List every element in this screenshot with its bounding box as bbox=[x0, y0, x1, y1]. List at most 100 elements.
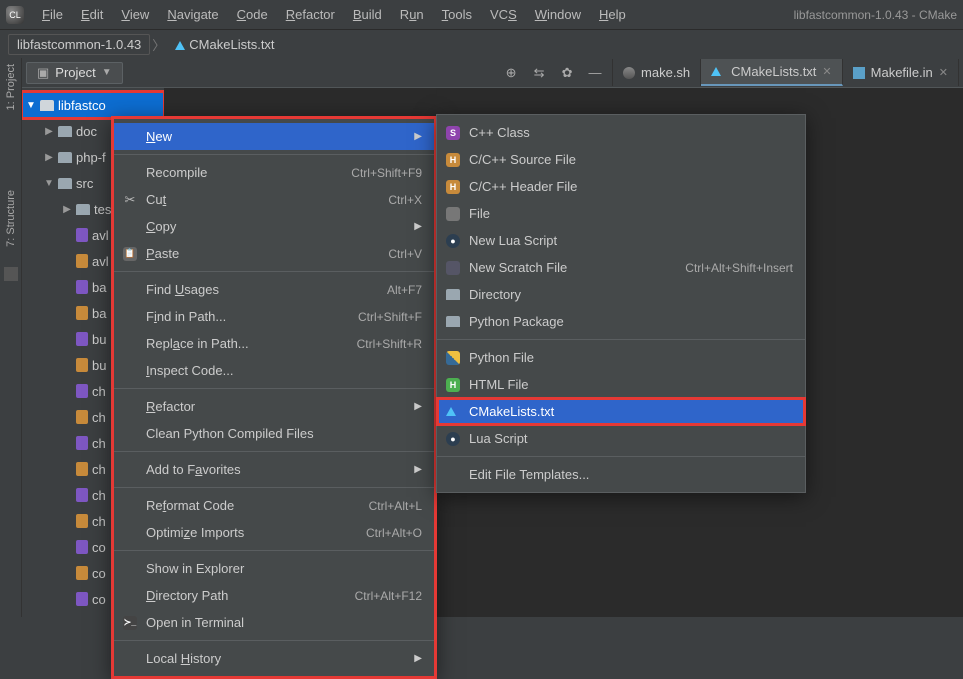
menu-item-find-in-path-[interactable]: Find in Path... Ctrl+Shift+F bbox=[114, 303, 434, 330]
expand-icon[interactable]: ⇆ bbox=[530, 65, 548, 81]
chevron-down-icon: ▼ bbox=[102, 67, 112, 78]
menu-item-show-in-explorer[interactable]: Show in Explorer bbox=[114, 555, 434, 582]
menu-item-replace-in-path-[interactable]: Replace in Path... Ctrl+Shift+R bbox=[114, 330, 434, 357]
menu-icon: H bbox=[445, 180, 461, 194]
tree-label: co bbox=[92, 592, 106, 607]
menu-label: Clean Python Compiled Files bbox=[146, 426, 422, 441]
tab-label: make.sh bbox=[641, 65, 690, 80]
close-icon[interactable]: ✕ bbox=[939, 66, 948, 79]
submenu-item-cmakelists-txt[interactable]: CMakeLists.txt bbox=[437, 398, 805, 425]
menu-vcs[interactable]: VCS bbox=[482, 3, 525, 26]
menu-view[interactable]: View bbox=[113, 3, 157, 26]
submenu-item-new-scratch-file[interactable]: New Scratch File Ctrl+Alt+Shift+Insert bbox=[437, 254, 805, 281]
submenu-item-c-class[interactable]: S C++ Class bbox=[437, 119, 805, 146]
tab-cmakelists[interactable]: CMakeLists.txt ✕ bbox=[701, 59, 842, 86]
separator bbox=[437, 456, 805, 457]
menu-label: Inspect Code... bbox=[146, 363, 422, 378]
menu-item-add-to-favorites[interactable]: Add to Favorites ▶ bbox=[114, 456, 434, 483]
submenu-item-html-file[interactable]: H HTML File bbox=[437, 371, 805, 398]
gear-icon[interactable]: ✿ bbox=[558, 65, 576, 81]
menu-label: Edit File Templates... bbox=[469, 467, 793, 482]
shortcut-label: Ctrl+V bbox=[388, 247, 422, 261]
submenu-item-python-package[interactable]: Python Package bbox=[437, 308, 805, 335]
menu-item-inspect-code-[interactable]: Inspect Code... bbox=[114, 357, 434, 384]
menu-code[interactable]: Code bbox=[229, 3, 276, 26]
menu-edit[interactable]: Edit bbox=[73, 3, 111, 26]
tree-label: avl bbox=[92, 228, 109, 243]
left-rail: 1: Project 7: Structure bbox=[0, 58, 22, 617]
menu-window[interactable]: Window bbox=[527, 3, 589, 26]
menu-item-cut[interactable]: ✂ Cut Ctrl+X bbox=[114, 186, 434, 213]
menu-file[interactable]: File bbox=[34, 3, 71, 26]
menu-help[interactable]: Help bbox=[591, 3, 634, 26]
breadcrumb-seg-project[interactable]: libfastcommon-1.0.43 bbox=[8, 34, 150, 55]
menu-item-directory-path[interactable]: Directory Path Ctrl+Alt+F12 bbox=[114, 582, 434, 609]
shortcut-label: Ctrl+Alt+O bbox=[366, 526, 422, 540]
locate-icon[interactable]: ⊕ bbox=[502, 65, 520, 81]
shortcut-label: Ctrl+Alt+L bbox=[369, 499, 422, 513]
menu-navigate[interactable]: Navigate bbox=[159, 3, 226, 26]
tree-label: src bbox=[76, 176, 93, 191]
tab-make-sh[interactable]: make.sh bbox=[613, 59, 701, 86]
submenu-item-lua-script[interactable]: ● Lua Script bbox=[437, 425, 805, 452]
folder-icon bbox=[58, 152, 72, 163]
menu-label: Replace in Path... bbox=[146, 336, 349, 351]
menu-item-find-usages[interactable]: Find Usages Alt+F7 bbox=[114, 276, 434, 303]
submenu-item-directory[interactable]: Directory bbox=[437, 281, 805, 308]
submenu-item-c-c-source-file[interactable]: H C/C++ Source File bbox=[437, 146, 805, 173]
submenu-item-edit-file-templates-[interactable]: Edit File Templates... bbox=[437, 461, 805, 488]
minimize-icon[interactable]: — bbox=[586, 65, 604, 80]
close-icon[interactable]: ✕ bbox=[822, 65, 831, 78]
breadcrumb-seg-file[interactable]: CMakeLists.txt bbox=[167, 35, 282, 54]
menu-label: New Scratch File bbox=[469, 260, 677, 275]
tree-root[interactable]: ▼ libfastco bbox=[22, 92, 164, 118]
tree-label: ch bbox=[92, 436, 106, 451]
chevron-icon: ▶ bbox=[62, 204, 72, 215]
menu-item-reformat-code[interactable]: Reformat Code Ctrl+Alt+L bbox=[114, 492, 434, 519]
shortcut-label: Ctrl+Shift+F bbox=[358, 310, 422, 324]
menu-label: Recompile bbox=[146, 165, 343, 180]
tab-makefile[interactable]: Makefile.in ✕ bbox=[843, 59, 959, 86]
c-file-icon bbox=[76, 488, 88, 502]
c-file-icon bbox=[76, 332, 88, 346]
menu-tools[interactable]: Tools bbox=[434, 3, 480, 26]
menu-item-local-history[interactable]: Local History ▶ bbox=[114, 645, 434, 672]
project-label: Project bbox=[55, 65, 95, 80]
menu-label: Python Package bbox=[469, 314, 793, 329]
shortcut-label: Ctrl+Shift+F9 bbox=[351, 166, 422, 180]
submenu-item-file[interactable]: File bbox=[437, 200, 805, 227]
submenu-item-new-lua-script[interactable]: ● New Lua Script bbox=[437, 227, 805, 254]
menu-run[interactable]: Run bbox=[392, 3, 432, 26]
rail-project[interactable]: 1: Project bbox=[5, 64, 17, 110]
menu-refactor[interactable]: Refactor bbox=[278, 3, 343, 26]
rail-structure[interactable]: 7: Structure bbox=[5, 190, 17, 247]
menu-label: Directory Path bbox=[146, 588, 347, 603]
folder-icon bbox=[58, 178, 72, 189]
project-selector[interactable]: ▣ Project ▼ bbox=[26, 62, 123, 84]
menu-item-optimize-imports[interactable]: Optimize Imports Ctrl+Alt+O bbox=[114, 519, 434, 546]
menu-icon: ● bbox=[445, 234, 461, 248]
submenu-item-c-c-header-file[interactable]: H C/C++ Header File bbox=[437, 173, 805, 200]
menu-item-refactor[interactable]: Refactor ▶ bbox=[114, 393, 434, 420]
menu-item-clean-python-compiled-files[interactable]: Clean Python Compiled Files bbox=[114, 420, 434, 447]
menu-item-paste[interactable]: 📋 Paste Ctrl+V bbox=[114, 240, 434, 267]
rail-icon[interactable] bbox=[4, 267, 18, 281]
menu-icon: H bbox=[445, 378, 461, 392]
menu-item-new[interactable]: New ▶ bbox=[114, 123, 434, 150]
editor-tabs: make.sh CMakeLists.txt ✕ Makefile.in ✕ bbox=[612, 59, 959, 86]
cmake-icon bbox=[711, 67, 721, 76]
menu-item-recompile[interactable]: Recompile Ctrl+Shift+F9 bbox=[114, 159, 434, 186]
tree-label: ch bbox=[92, 410, 106, 425]
tree-label: ba bbox=[92, 306, 106, 321]
menu-item-open-in-terminal[interactable]: ≻_ Open in Terminal bbox=[114, 609, 434, 636]
chevron-icon: ▼ bbox=[44, 178, 54, 189]
menu-icon bbox=[445, 261, 461, 275]
menu-label: Local History bbox=[146, 651, 406, 666]
menu-build[interactable]: Build bbox=[345, 3, 390, 26]
menu-item-copy[interactable]: Copy ▶ bbox=[114, 213, 434, 240]
submenu-item-python-file[interactable]: Python File bbox=[437, 344, 805, 371]
separator bbox=[114, 388, 434, 389]
menu-label: Find in Path... bbox=[146, 309, 350, 324]
menu-label: CMakeLists.txt bbox=[469, 404, 793, 419]
c-file-icon bbox=[76, 592, 88, 606]
